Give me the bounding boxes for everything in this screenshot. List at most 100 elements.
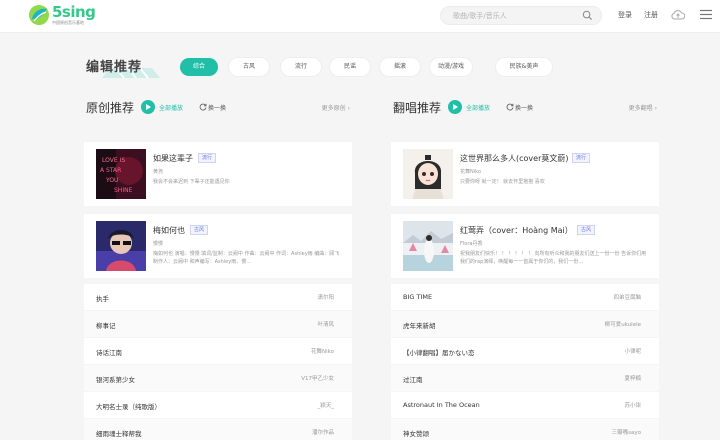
list-artist[interactable]: 潘尔作品 <box>312 428 334 436</box>
refresh-icon[interactable] <box>199 103 207 111</box>
list-artist[interactable]: 花舞Niko <box>311 347 334 355</box>
list-artist[interactable]: V17甲乙少女 <box>301 374 334 382</box>
song-cover[interactable] <box>96 221 146 271</box>
tab-anime-game[interactable]: 动漫/游戏 <box>430 58 472 76</box>
more-label: 更多翻唱 <box>628 105 653 112</box>
song-description: 我会不会来迟到 下辈子还能遇见你 <box>153 179 230 185</box>
more-label: 更多原创 <box>321 105 346 112</box>
section-title: 翻唱推荐 <box>393 101 442 115</box>
list-item[interactable]: 细雨魂士释帮我 潘尔作品 <box>84 419 352 440</box>
list-item[interactable]: 执手 潇尔阳 <box>84 284 352 310</box>
singer-name[interactable]: 黄尧 <box>153 168 163 175</box>
song-card[interactable]: 这世界那么多人(cover莫文蔚) 流行 花舞Niko 只要你呀 就一定！ 就去… <box>391 142 659 206</box>
list-artist[interactable]: 叶清风 <box>317 320 334 328</box>
song-card[interactable]: 红莺弄（cover：Hoàng Mai） 古风 Flora丹香 祝我朋友们快乐！… <box>391 214 659 278</box>
logo-text: 5sing <box>52 3 96 21</box>
list-song-title[interactable]: Astronaut In The Ocean <box>403 401 480 409</box>
original-section-header: 原创推荐 全部播放 换一换 更多原创 › <box>84 96 352 120</box>
play-all-icon[interactable] <box>141 100 155 114</box>
list-item[interactable]: 神女赞颂 三瓣嘴sayo <box>391 419 659 440</box>
song-title[interactable]: 如果这辈子 <box>153 153 193 164</box>
list-item[interactable]: 过江南 夏梓楠 <box>391 365 659 391</box>
play-all-button[interactable]: 全部播放 <box>466 103 490 112</box>
menu-icon[interactable] <box>700 9 712 20</box>
song-cover[interactable] <box>403 221 453 271</box>
svg-text:YOU: YOU <box>105 177 118 184</box>
list-item[interactable]: BIG TIME 四弟豆腐脑 <box>391 284 659 310</box>
svg-text:SHINE: SHINE <box>114 187 133 194</box>
list-item[interactable]: 柳事记 叶清风 <box>84 311 352 337</box>
search-box <box>440 6 602 25</box>
tab-folk[interactable]: 民谣 <box>330 58 370 76</box>
scenery-cover-image <box>403 221 453 271</box>
login-link[interactable]: 登录 <box>618 10 632 20</box>
register-link[interactable]: 注册 <box>644 10 658 20</box>
song-cover[interactable]: LOVE IS A STAR YOU SHINE <box>96 149 146 199</box>
search-icon[interactable] <box>582 10 593 21</box>
list-artist[interactable]: 小律呢 <box>624 347 641 355</box>
singer-name[interactable]: 慢慢 <box>153 240 163 247</box>
song-description: 只要你呀 就一定！ 就去怀里抱抱 喜欢 <box>460 179 545 185</box>
list-item[interactable]: Astronaut In The Ocean 苏小柒 <box>391 392 659 418</box>
song-card[interactable]: LOVE IS A STAR YOU SHINE 如果这辈子 流行 黄尧 我会不… <box>84 142 352 206</box>
list-song-title[interactable]: 【小律翻唱】届かない恋 <box>403 347 475 357</box>
list-item[interactable]: 虎年来新胡 柳可爱ukulele <box>391 311 659 337</box>
list-item[interactable]: 【小律翻唱】届かない恋 小律呢 <box>391 338 659 364</box>
tab-ancient-style[interactable]: 古风 <box>229 58 269 76</box>
list-song-title[interactable]: BIG TIME <box>403 293 432 301</box>
song-card[interactable]: 梅如何也 古风 慢慢 梅如何也 演唱：慢慢 填词/监制：云阙中 作曲：云阙中 作… <box>84 214 352 278</box>
list-artist[interactable]: 四弟豆腐脑 <box>613 293 641 301</box>
genre-tag[interactable]: 流行 <box>198 153 217 163</box>
genre-tag[interactable]: 流行 <box>572 153 591 163</box>
logo[interactable]: 5sing 中国原创音乐基地 <box>28 3 98 29</box>
list-item[interactable]: 大明名士录（纯歌版） _颖天_ <box>84 392 352 418</box>
cover-song-list: BIG TIME 四弟豆腐脑 虎年来新胡 柳可爱ukulele 【小律翻唱】届かない… <box>391 284 659 440</box>
tab-pop[interactable]: 流行 <box>281 58 321 76</box>
tab-rock[interactable]: 摇滚 <box>380 58 420 76</box>
list-song-title[interactable]: 神女赞颂 <box>403 428 429 438</box>
refresh-icon[interactable] <box>506 103 514 111</box>
list-song-title[interactable]: 柳事记 <box>96 320 116 330</box>
original-song-list: 执手 潇尔阳 柳事记 叶清风 诗话江南 花舞Niko 银河系第少女 V17甲乙少女 大明… <box>84 284 352 440</box>
genre-tag[interactable]: 古风 <box>577 225 596 235</box>
song-description: 梅如何也 演唱：慢慢 填词/监制：云阙中 作曲：云阙中 作词：Ashley雨 编… <box>153 251 340 265</box>
song-description: 祝我朋友们快乐！ ！ ！ ！ ！ ！ 向所有听众和我的朋友们送上一份一份 告诉你… <box>460 251 647 265</box>
cover-section: 翻唱推荐 全部播放 换一换 更多翻唱 › 这世界那么多人(cover莫文蔚) 流… <box>391 96 659 440</box>
logo-leaf-icon <box>29 5 49 25</box>
list-song-title[interactable]: 诗话江南 <box>96 347 122 357</box>
list-song-title[interactable]: 过江南 <box>403 374 423 384</box>
song-cover[interactable] <box>403 149 453 199</box>
singer-name[interactable]: 花舞Niko <box>460 168 481 175</box>
genre-tag[interactable]: 古风 <box>190 225 209 235</box>
more-cover-link[interactable]: 更多翻唱 › <box>629 103 657 112</box>
list-artist[interactable]: 苏小柒 <box>624 401 641 409</box>
list-song-title[interactable]: 细雨魂士释帮我 <box>96 428 142 438</box>
list-artist[interactable]: 潇尔阳 <box>317 293 334 301</box>
tab-ethnic-bel-canto[interactable]: 民族&美声 <box>496 58 552 76</box>
refresh-button[interactable]: 换一换 <box>515 103 533 112</box>
list-artist[interactable]: _颖天_ <box>317 401 334 409</box>
song-title[interactable]: 这世界那么多人(cover莫文蔚) <box>460 153 568 164</box>
more-original-link[interactable]: 更多原创 › <box>322 103 350 112</box>
list-item[interactable]: 诗话江南 花舞Niko <box>84 338 352 364</box>
play-all-button[interactable]: 全部播放 <box>159 103 183 112</box>
list-song-title[interactable]: 虎年来新胡 <box>403 320 436 330</box>
list-artist[interactable]: 夏梓楠 <box>624 374 641 382</box>
list-song-title[interactable]: 执手 <box>96 293 109 303</box>
cloud-upload-icon[interactable] <box>671 8 685 21</box>
top-header: 5sing 中国原创音乐基地 登录 注册 <box>0 0 720 33</box>
list-song-title[interactable]: 银河系第少女 <box>96 374 135 384</box>
anime-girl-cover-image <box>403 149 453 199</box>
original-section: 原创推荐 全部播放 换一换 更多原创 › LOVE IS A STAR YOU … <box>84 96 352 440</box>
tab-all[interactable]: 综合 <box>180 58 218 76</box>
search-input[interactable] <box>453 9 578 23</box>
list-song-title[interactable]: 大明名士录（纯歌版） <box>96 401 161 411</box>
singer-name[interactable]: Flora丹香 <box>460 240 482 247</box>
list-artist[interactable]: 柳可爱ukulele <box>605 320 641 328</box>
refresh-button[interactable]: 换一换 <box>208 103 226 112</box>
list-artist[interactable]: 三瓣嘴sayo <box>612 428 641 436</box>
song-title[interactable]: 红莺弄（cover：Hoàng Mai） <box>460 225 573 236</box>
play-all-icon[interactable] <box>448 100 462 114</box>
list-item[interactable]: 银河系第少女 V17甲乙少女 <box>84 365 352 391</box>
song-title[interactable]: 梅如何也 <box>153 225 185 236</box>
